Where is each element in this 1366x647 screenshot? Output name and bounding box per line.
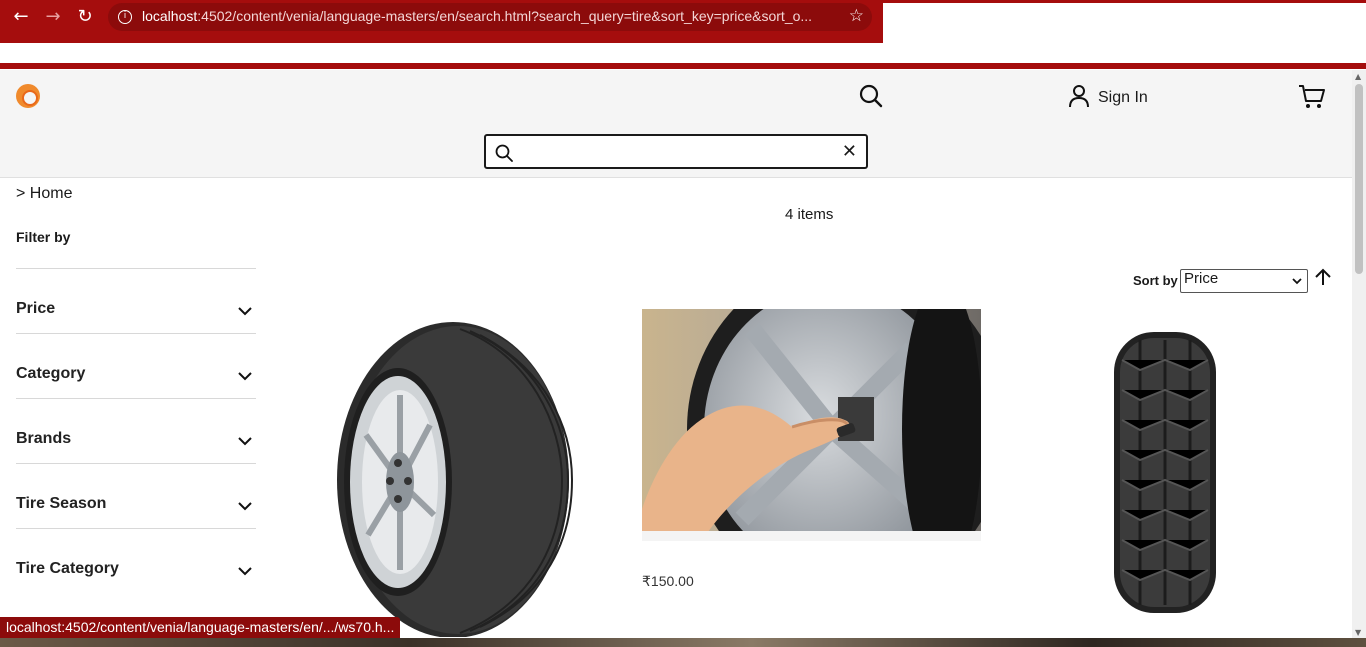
back-icon[interactable]: ←: [10, 6, 32, 28]
chrome-topline: [883, 0, 1366, 3]
site-header: Sign In ✕: [0, 70, 1352, 178]
sign-in-button[interactable]: Sign In: [1068, 85, 1148, 111]
chevron-down-icon: [238, 366, 252, 385]
breadcrumb[interactable]: > Home: [16, 185, 72, 203]
sort-select[interactable]: Price: [1180, 269, 1308, 293]
clear-search-icon[interactable]: ✕: [842, 143, 857, 161]
results-count: 4 items: [785, 206, 834, 223]
filter-label: Category: [16, 365, 86, 382]
browser-toolbar: ← → ↻ i localhost:4502/content/venia/lan…: [0, 0, 883, 43]
sign-in-label: Sign In: [1098, 89, 1148, 106]
filter-title: Filter by: [16, 229, 71, 245]
filter-label: Brands: [16, 430, 72, 447]
search-input-icon: [495, 144, 513, 166]
filter-tire-category[interactable]: Tire Category: [16, 529, 256, 594]
sort-value: Price: [1184, 270, 1219, 287]
chevron-down-icon: [238, 496, 252, 515]
bottom-image-strip: [0, 638, 1366, 647]
page-scrollbar[interactable]: ▲ ▼: [1352, 70, 1366, 638]
scroll-down-icon[interactable]: ▼: [1355, 628, 1361, 637]
filter-label: Price: [16, 300, 56, 317]
chevron-down-icon: [238, 301, 252, 320]
product-image-chrome-rim-tire[interactable]: [300, 315, 600, 638]
chevron-down-icon: [238, 561, 252, 580]
product-price: ₹150.00: [642, 573, 694, 589]
filter-tire-season[interactable]: Tire Season: [16, 464, 256, 529]
product-image-winter-tire[interactable]: [1110, 330, 1220, 615]
filter-brands[interactable]: Brands: [16, 399, 256, 464]
sort-direction-arrow-icon[interactable]: [1314, 268, 1332, 290]
product-image-tire-valve-check[interactable]: [642, 309, 981, 541]
chevron-down-icon: [238, 431, 252, 450]
sort-label: Sort by: [1133, 273, 1178, 288]
url-text: localhost:4502/content/venia/language-ma…: [142, 8, 813, 24]
search-field[interactable]: ✕: [484, 134, 868, 169]
scroll-up-icon[interactable]: ▲: [1355, 72, 1361, 81]
user-icon: [1068, 84, 1090, 112]
filter-category[interactable]: Category: [16, 334, 256, 399]
search-icon[interactable]: [859, 84, 883, 112]
filter-list: Price Category Brands Tire Season Tire C…: [16, 268, 256, 594]
forward-icon[interactable]: →: [42, 6, 64, 28]
site-info-icon[interactable]: i: [118, 10, 132, 24]
search-input[interactable]: [520, 142, 830, 162]
status-bar-url: localhost:4502/content/venia/language-ma…: [0, 617, 401, 638]
reload-icon[interactable]: ↻: [74, 6, 96, 28]
chrome-divider: [0, 63, 1366, 69]
filter-label: Tire Season: [16, 495, 107, 512]
logo[interactable]: [16, 84, 40, 108]
address-bar[interactable]: i localhost:4502/content/venia/language-…: [108, 3, 872, 31]
chevron-down-icon: [1291, 274, 1303, 291]
bookmark-star-icon[interactable]: ☆: [849, 6, 864, 26]
filter-label: Tire Category: [16, 560, 119, 577]
scroll-thumb[interactable]: [1355, 84, 1363, 274]
cart-icon[interactable]: [1298, 84, 1326, 114]
browser-chrome: ← → ↻ i localhost:4502/content/venia/lan…: [0, 0, 1366, 70]
filter-price[interactable]: Price: [16, 269, 256, 334]
